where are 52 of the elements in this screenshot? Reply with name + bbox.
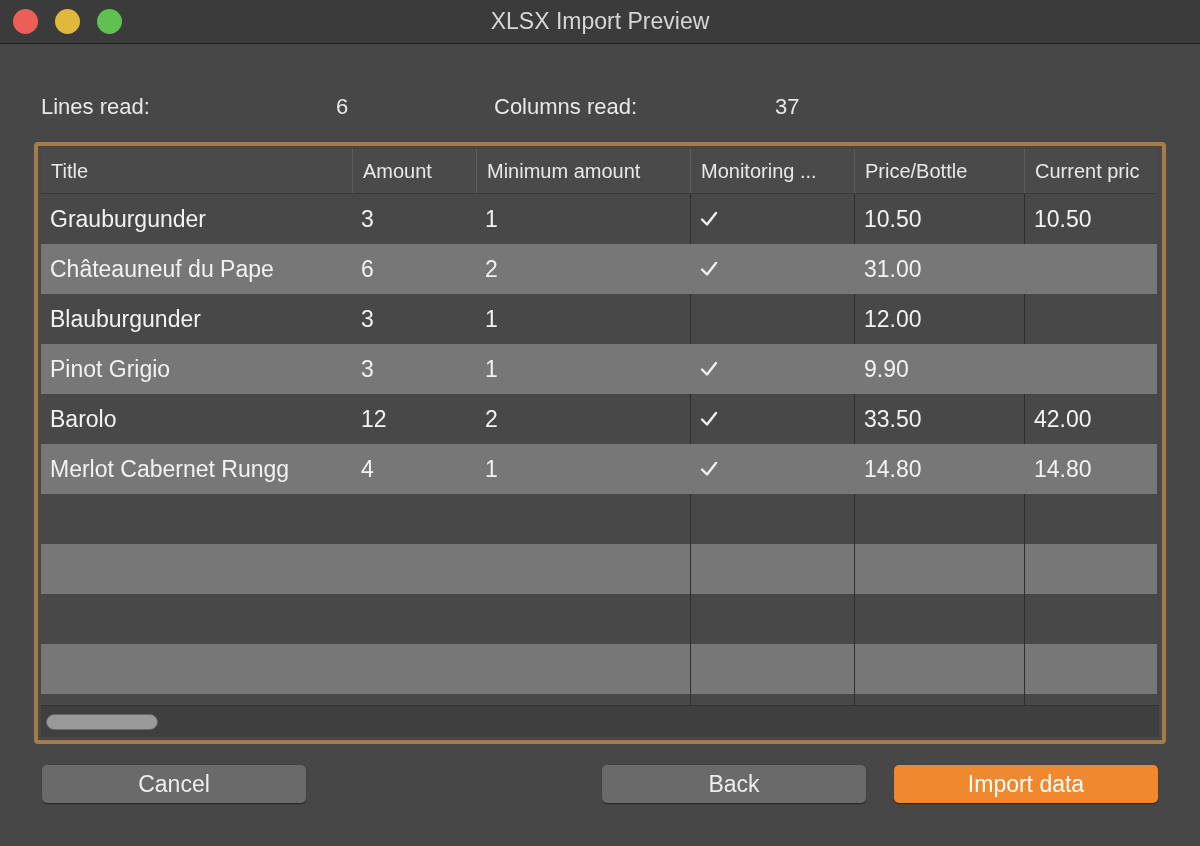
table-cell-text: 3 [361,204,374,234]
table-cell-text: 9.90 [864,354,909,384]
table-cell-text: 14.80 [864,454,922,484]
table-cell-text: 10.50 [864,204,922,234]
horizontal-scrollbar-thumb[interactable] [46,713,158,730]
checkmark-icon [700,261,718,277]
table-cell-text: Merlot Cabernet Rungg [50,454,290,484]
table-row[interactable]: Merlot Cabernet Rungg 4 1 14.80 14.80 [41,444,1157,494]
column-header[interactable]: Amount [353,156,432,186]
table-cell-text: Barolo [50,404,117,434]
table-cell-text: 2 [485,404,498,434]
summary-label: Columns read: [494,92,639,121]
summary-value: 6 [336,92,349,121]
column-header[interactable]: Current pric [1025,156,1140,186]
table-cell-text: 14.80 [1034,454,1092,484]
table-cell-text: Châteauneuf du Pape [50,254,274,284]
table-cell-text: 1 [485,304,498,334]
column-header[interactable]: Monitoring ... [691,156,817,186]
checkmark-icon [700,361,718,377]
checkmark-icon [700,461,718,477]
table-cell-text: 10.50 [1034,204,1092,234]
summary-value: 37 [775,92,800,121]
column-header[interactable]: Price/Bottle [855,156,968,186]
table-cell-text: 3 [361,354,374,384]
table-cell-text: 6 [361,254,374,284]
table-cell-text: Grauburgunder [50,204,206,234]
checkmark-icon [700,211,718,227]
dialog-button[interactable]: Cancel [42,765,306,803]
dialog-button[interactable]: Back [602,765,866,803]
table-cell-text: 2 [485,254,498,284]
table-cell-text: Pinot Grigio [50,354,171,384]
table-cell-text: 33.50 [864,404,922,434]
table-cell-text: 42.00 [1034,404,1092,434]
table-cell-text: Blauburgunder [50,304,201,334]
table-row[interactable]: Pinot Grigio 3 1 9.90 [41,344,1157,394]
table-cell-text: 4 [361,454,374,484]
close-button[interactable] [13,9,38,34]
checkmark-icon [700,411,718,427]
minimize-button[interactable] [55,9,80,34]
table-cell-text: 12.00 [864,304,922,334]
zoom-button[interactable] [97,9,122,34]
table-row[interactable]: Châteauneuf du Pape 6 2 31.00 [41,244,1157,294]
table-cell-text: 1 [485,204,498,234]
table-cell-text: 1 [485,354,498,384]
table-cell-text: 3 [361,304,374,334]
table-cell-text: 12 [361,404,387,434]
column-header[interactable]: Title [41,156,89,186]
table-cell-text: 31.00 [864,254,922,284]
window-title: XLSX Import Preview [490,7,710,37]
summary-label: Lines read: [41,92,151,121]
column-header[interactable]: Minimum amount [477,156,641,186]
table-cell-text: 1 [485,454,498,484]
